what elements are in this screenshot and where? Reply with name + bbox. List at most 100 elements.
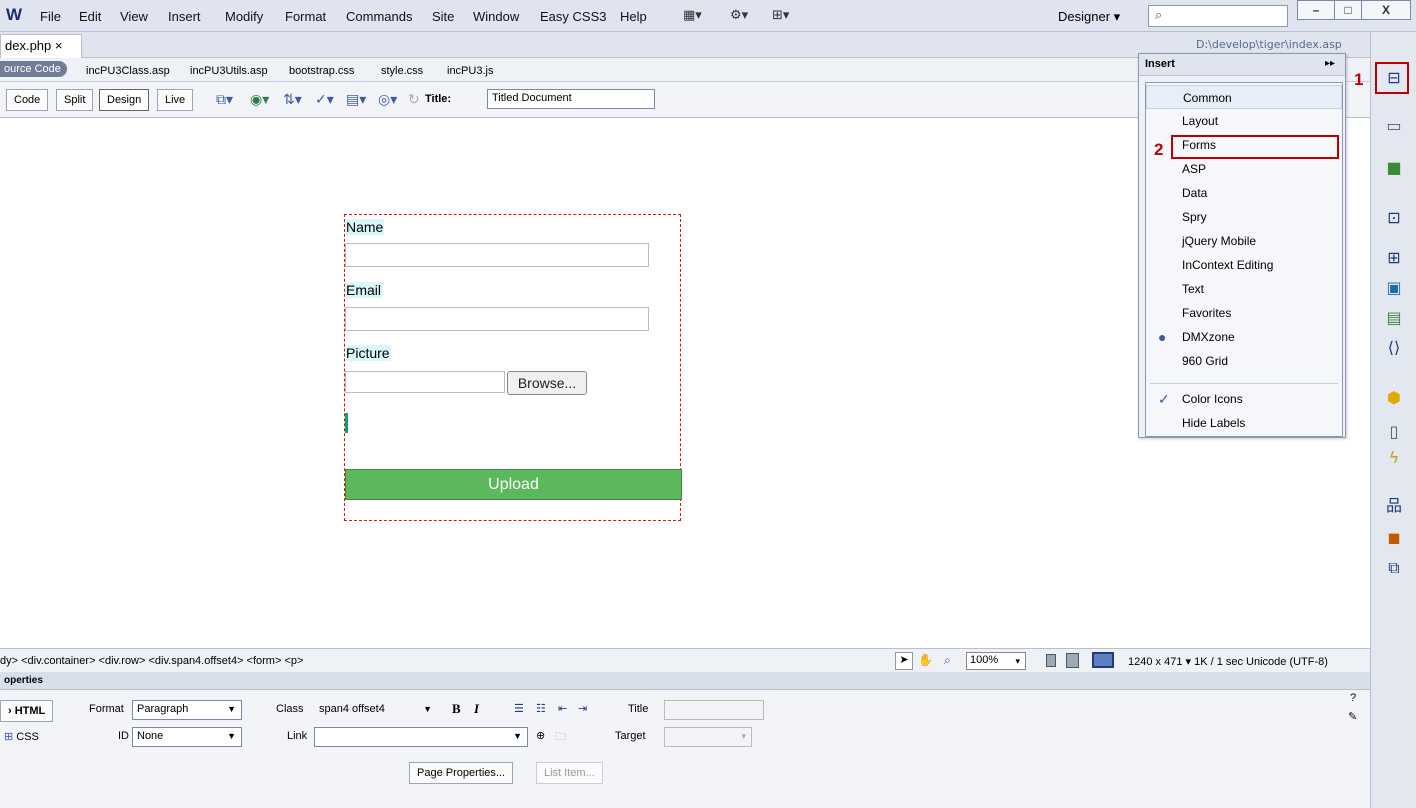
target-select[interactable]: ▾: [664, 727, 752, 747]
menu-easy-css3[interactable]: Easy CSS3: [540, 9, 606, 24]
class-select[interactable]: span4 offset4 ▼: [314, 700, 438, 720]
title-prop-input[interactable]: [664, 700, 764, 720]
design-view-button[interactable]: Design: [99, 89, 150, 111]
title-input[interactable]: Titled Document: [487, 89, 655, 109]
properties-title[interactable]: operties: [0, 672, 1370, 690]
related-file[interactable]: incPU3.js: [447, 65, 493, 77]
assets-icon[interactable]: ■: [1383, 158, 1405, 178]
maximize-button[interactable]: □: [1334, 0, 1362, 20]
menu-modify[interactable]: Modify: [225, 9, 263, 24]
page-properties-button[interactable]: Page Properties...: [409, 762, 514, 784]
bold-button[interactable]: B: [452, 701, 461, 717]
live-view-button[interactable]: Live: [157, 89, 194, 111]
search-input[interactable]: ⌕: [1148, 5, 1288, 27]
menu-item-color-icons[interactable]: ✓ Color Icons: [1146, 387, 1342, 411]
css-mode-button[interactable]: ⊞ CSS: [4, 730, 39, 743]
related-file[interactable]: style.css: [381, 65, 423, 77]
site-icon[interactable]: ⊞▾: [772, 8, 789, 23]
indent-icon[interactable]: ⇥: [578, 702, 587, 715]
browse-button[interactable]: Browse...: [507, 371, 587, 395]
menu-format[interactable]: Format: [285, 9, 326, 24]
inspect-icon[interactable]: ◎▾: [378, 92, 397, 108]
layout-icon[interactable]: ▦▾: [683, 8, 702, 23]
menu-item-favorites[interactable]: Favorites: [1146, 301, 1342, 325]
close-icon[interactable]: ×: [55, 38, 63, 53]
unordered-list-icon[interactable]: ☰: [514, 702, 524, 715]
menu-item-jquery-mobile[interactable]: jQuery Mobile: [1146, 229, 1342, 253]
image-icon[interactable]: ▣: [1383, 278, 1405, 298]
menu-item-data[interactable]: Data: [1146, 181, 1342, 205]
related-file[interactable]: incPU3Utils.asp: [190, 65, 268, 77]
upload-button[interactable]: Upload: [345, 469, 682, 500]
menu-window[interactable]: Window: [473, 9, 519, 24]
minimize-button[interactable]: –: [1297, 0, 1335, 20]
outdent-icon[interactable]: ⇤: [558, 702, 567, 715]
menu-commands[interactable]: Commands: [346, 9, 412, 24]
validate-icon[interactable]: ✓▾: [315, 92, 334, 108]
menu-item-incontext-editing[interactable]: InContext Editing: [1146, 253, 1342, 277]
menu-view[interactable]: View: [120, 9, 148, 24]
jquery-icon[interactable]: ⊡: [1383, 208, 1405, 228]
server-behaviors-icon[interactable]: ϟ: [1383, 448, 1405, 468]
tag-inspector-icon[interactable]: ⧉: [1383, 558, 1405, 578]
id-select[interactable]: None ▼: [132, 727, 242, 747]
quick-tag-editor-icon[interactable]: ✎: [1348, 710, 1357, 723]
menu-item-hide-labels[interactable]: Hide Labels: [1146, 411, 1342, 435]
menu-item-common[interactable]: Common: [1146, 85, 1342, 109]
multiscreen-icon[interactable]: ⧉▾: [216, 92, 233, 108]
panel-menu-icon[interactable]: ▸▸: [1325, 58, 1335, 69]
close-window-button[interactable]: X: [1361, 0, 1411, 20]
desktop-size-icon[interactable]: [1092, 652, 1114, 668]
ordered-list-icon[interactable]: ☷: [536, 702, 546, 715]
menu-edit[interactable]: Edit: [79, 9, 101, 24]
zoom-tool-icon[interactable]: ⌕: [944, 653, 951, 668]
menu-item-spry[interactable]: Spry: [1146, 205, 1342, 229]
related-file[interactable]: bootstrap.css: [289, 65, 354, 77]
italic-button[interactable]: I: [474, 701, 479, 717]
menu-item-960-grid[interactable]: 960 Grid: [1146, 349, 1342, 373]
document-tab[interactable]: dex.php ×: [0, 34, 82, 58]
files-icon[interactable]: 品: [1383, 496, 1405, 516]
menu-site[interactable]: Site: [432, 9, 454, 24]
briefcase-icon[interactable]: ◼: [1383, 528, 1405, 548]
help-icon[interactable]: ?: [1350, 692, 1356, 704]
format-select[interactable]: Paragraph ▼: [132, 700, 242, 720]
pointer-tool-icon[interactable]: ➤: [895, 652, 913, 670]
refresh-icon[interactable]: ↻: [408, 92, 420, 108]
tag-selector[interactable]: dy> <div.container> <div.row> <div.span4…: [0, 655, 303, 667]
point-to-file-icon[interactable]: ⊕: [536, 729, 545, 742]
snippets-icon[interactable]: ▤: [1383, 308, 1405, 328]
menu-item-text[interactable]: Text: [1146, 277, 1342, 301]
properties-icon[interactable]: ▭: [1383, 116, 1405, 136]
behaviors-icon[interactable]: ▯: [1383, 422, 1405, 442]
mobile-size-icon[interactable]: [1046, 654, 1056, 667]
html-mode-button[interactable]: › HTML: [0, 700, 54, 722]
email-input[interactable]: [345, 307, 649, 331]
zoom-select[interactable]: 100% ▾: [966, 652, 1026, 670]
visual-aids-icon[interactable]: ▤▾: [346, 92, 366, 108]
split-view-button[interactable]: Split: [56, 89, 94, 111]
form-container[interactable]: Name Email Picture Browse... Upload: [344, 214, 682, 521]
menu-item-asp[interactable]: ASP: [1146, 157, 1342, 181]
gear-icon[interactable]: ⚙▾: [730, 8, 748, 23]
link-input[interactable]: ▼: [314, 727, 528, 747]
databases-icon[interactable]: ⊞: [1383, 248, 1405, 268]
list-item-button[interactable]: List Item...: [536, 762, 603, 784]
menu-file[interactable]: File: [40, 9, 61, 24]
menu-item-dmxzone[interactable]: ● DMXzone: [1146, 325, 1342, 349]
code-view-button[interactable]: Code: [6, 89, 49, 111]
css-styles-icon[interactable]: ⬢: [1383, 388, 1405, 408]
file-management-icon[interactable]: ⇅▾: [283, 92, 302, 108]
picture-file-input[interactable]: [345, 371, 505, 393]
menu-help[interactable]: Help: [620, 9, 647, 24]
related-file[interactable]: incPU3Class.asp: [86, 65, 170, 77]
folder-icon[interactable]: 🗀: [555, 728, 566, 747]
browser-preview-icon[interactable]: ◉▾: [250, 92, 269, 108]
menu-item-layout[interactable]: Layout: [1146, 109, 1342, 133]
workspace-switcher[interactable]: Designer ▾: [1058, 9, 1120, 25]
hand-tool-icon[interactable]: ✋: [918, 653, 933, 667]
name-input[interactable]: [345, 243, 649, 267]
code-inspect-icon[interactable]: ⟨⟩: [1383, 338, 1405, 358]
tablet-size-icon[interactable]: [1066, 653, 1079, 668]
source-code-tab[interactable]: ource Code: [0, 61, 67, 77]
